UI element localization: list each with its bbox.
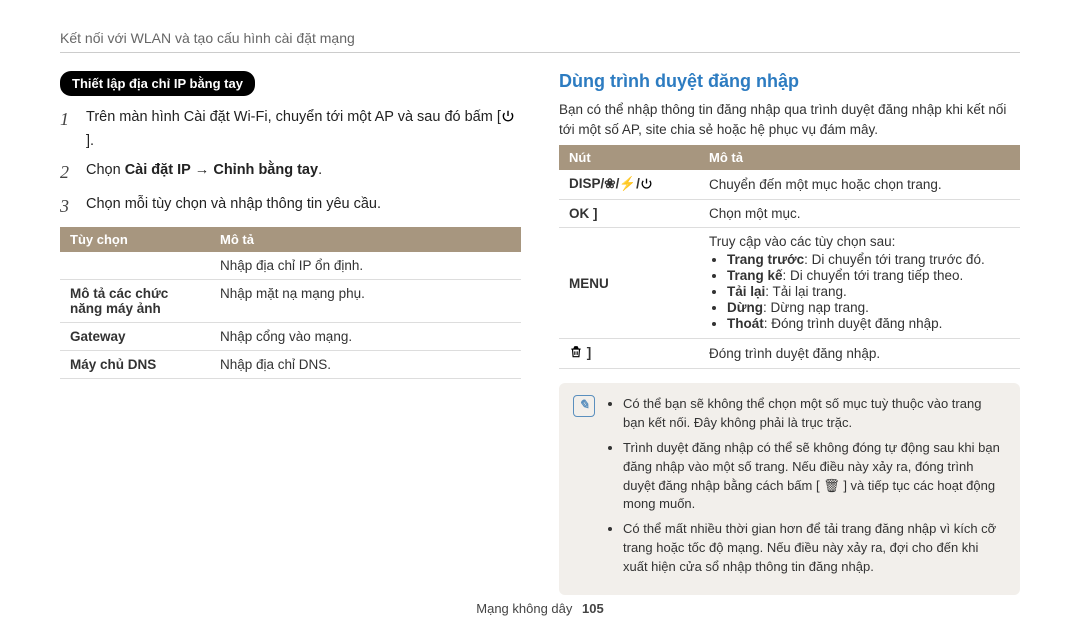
table-row: Máy chủ DNS Nhập địa chỉ DNS.	[60, 350, 521, 378]
list-item: Dừng: Dừng nạp trang.	[727, 300, 1010, 315]
step-3: 3 Chọn mỗi tùy chọn và nhập thông tin yê…	[60, 193, 521, 221]
table-row: Gateway Nhập cổng vào mạng.	[60, 322, 521, 350]
col-header-desc: Mô tả	[699, 145, 1020, 170]
table-row: MENU Truy cập vào các tùy chọn sau: Tran…	[559, 228, 1020, 339]
timer-icon	[640, 177, 653, 193]
col-header-desc: Mô tả	[210, 227, 521, 252]
step-1: 1 Trên màn hình Cài đặt Wi-Fi, chuyển tớ…	[60, 106, 521, 153]
col-header-button: Nút	[559, 145, 699, 170]
table-row: DISP/❀/⚡/ Chuyển đến một mục hoặc chọn t…	[559, 170, 1020, 200]
step-number: 1	[60, 106, 76, 153]
step-text: Chọn Cài đặt IP → Chỉnh bằng tay.	[86, 159, 322, 187]
step-number: 3	[60, 193, 76, 221]
table-row: Nhập địa chỉ IP ổn định.	[60, 252, 521, 280]
note-item: Trình duyệt đăng nhập có thể sẽ không đó…	[623, 439, 1006, 514]
step-text: Trên màn hình Cài đặt Wi-Fi, chuyển tới …	[86, 106, 521, 153]
trash-icon	[569, 345, 583, 362]
buttons-table: Nút Mô tả DISP/❀/⚡/ Chuyển đến một mục h…	[559, 145, 1020, 369]
options-table: Tùy chọn Mô tả Nhập địa chỉ IP ổn định. …	[60, 227, 521, 379]
page: Kết nối với WLAN và tạo cấu hình cài đặt…	[0, 0, 1080, 630]
note-icon: ✎	[573, 395, 595, 417]
note-item: Có thể mất nhiều thời gian hơn để tải tr…	[623, 520, 1006, 577]
button-cell: ]	[559, 339, 699, 369]
note-item: Có thể bạn sẽ không thể chọn một số mục …	[623, 395, 1006, 433]
button-cell: DISP/❀/⚡/	[559, 170, 699, 200]
page-footer: Mạng không dây 105	[0, 601, 1080, 616]
table-row: OK ] Chọn một mục.	[559, 200, 1020, 228]
list-item: Thoát: Đóng trình duyệt đăng nhập.	[727, 316, 1010, 331]
menu-cell: Truy cập vào các tùy chọn sau: Trang trư…	[699, 228, 1020, 339]
section-title: Dùng trình duyệt đăng nhập	[559, 71, 1020, 92]
footer-section: Mạng không dây	[476, 601, 572, 616]
button-cell: OK ]	[559, 200, 699, 228]
macro-icon: ❀	[604, 176, 615, 191]
table-row: Mô tả các chức năng máy ảnh Nhập mặt nạ …	[60, 279, 521, 322]
note-list: Có thể bạn sẽ không thể chọn một số mục …	[607, 395, 1006, 583]
content-columns: Thiết lập địa chỉ IP bằng tay 1 Trên màn…	[60, 71, 1020, 595]
flash-icon: ⚡	[619, 176, 636, 191]
subsection-pill: Thiết lập địa chỉ IP bằng tay	[60, 71, 255, 96]
note-box: ✎ Có thể bạn sẽ không thể chọn một số mụ…	[559, 383, 1020, 595]
step-number: 2	[60, 159, 76, 187]
list-item: Tải lại: Tải lại trang.	[727, 284, 1010, 299]
menu-options-list: Trang trước: Di chuyển tới trang trước đ…	[709, 252, 1010, 331]
list-item: Trang kế: Di chuyển tới trang tiếp theo.	[727, 268, 1010, 283]
breadcrumb: Kết nối với WLAN và tạo cấu hình cài đặt…	[60, 30, 1020, 53]
page-number: 105	[582, 601, 604, 616]
list-item: Trang trước: Di chuyển tới trang trước đ…	[727, 252, 1010, 267]
step-text: Chọn mỗi tùy chọn và nhập thông tin yêu …	[86, 193, 381, 221]
steps-list: 1 Trên màn hình Cài đặt Wi-Fi, chuyển tớ…	[60, 106, 521, 221]
intro-text: Bạn có thể nhập thông tin đăng nhập qua …	[559, 100, 1020, 139]
step-2: 2 Chọn Cài đặt IP → Chỉnh bằng tay.	[60, 159, 521, 187]
right-column: Dùng trình duyệt đăng nhập Bạn có thể nh…	[559, 71, 1020, 595]
power-icon	[501, 108, 515, 130]
table-row: ] Đóng trình duyệt đăng nhập.	[559, 339, 1020, 369]
left-column: Thiết lập địa chỉ IP bằng tay 1 Trên màn…	[60, 71, 521, 595]
button-cell: MENU	[559, 228, 699, 339]
col-header-option: Tùy chọn	[60, 227, 210, 252]
